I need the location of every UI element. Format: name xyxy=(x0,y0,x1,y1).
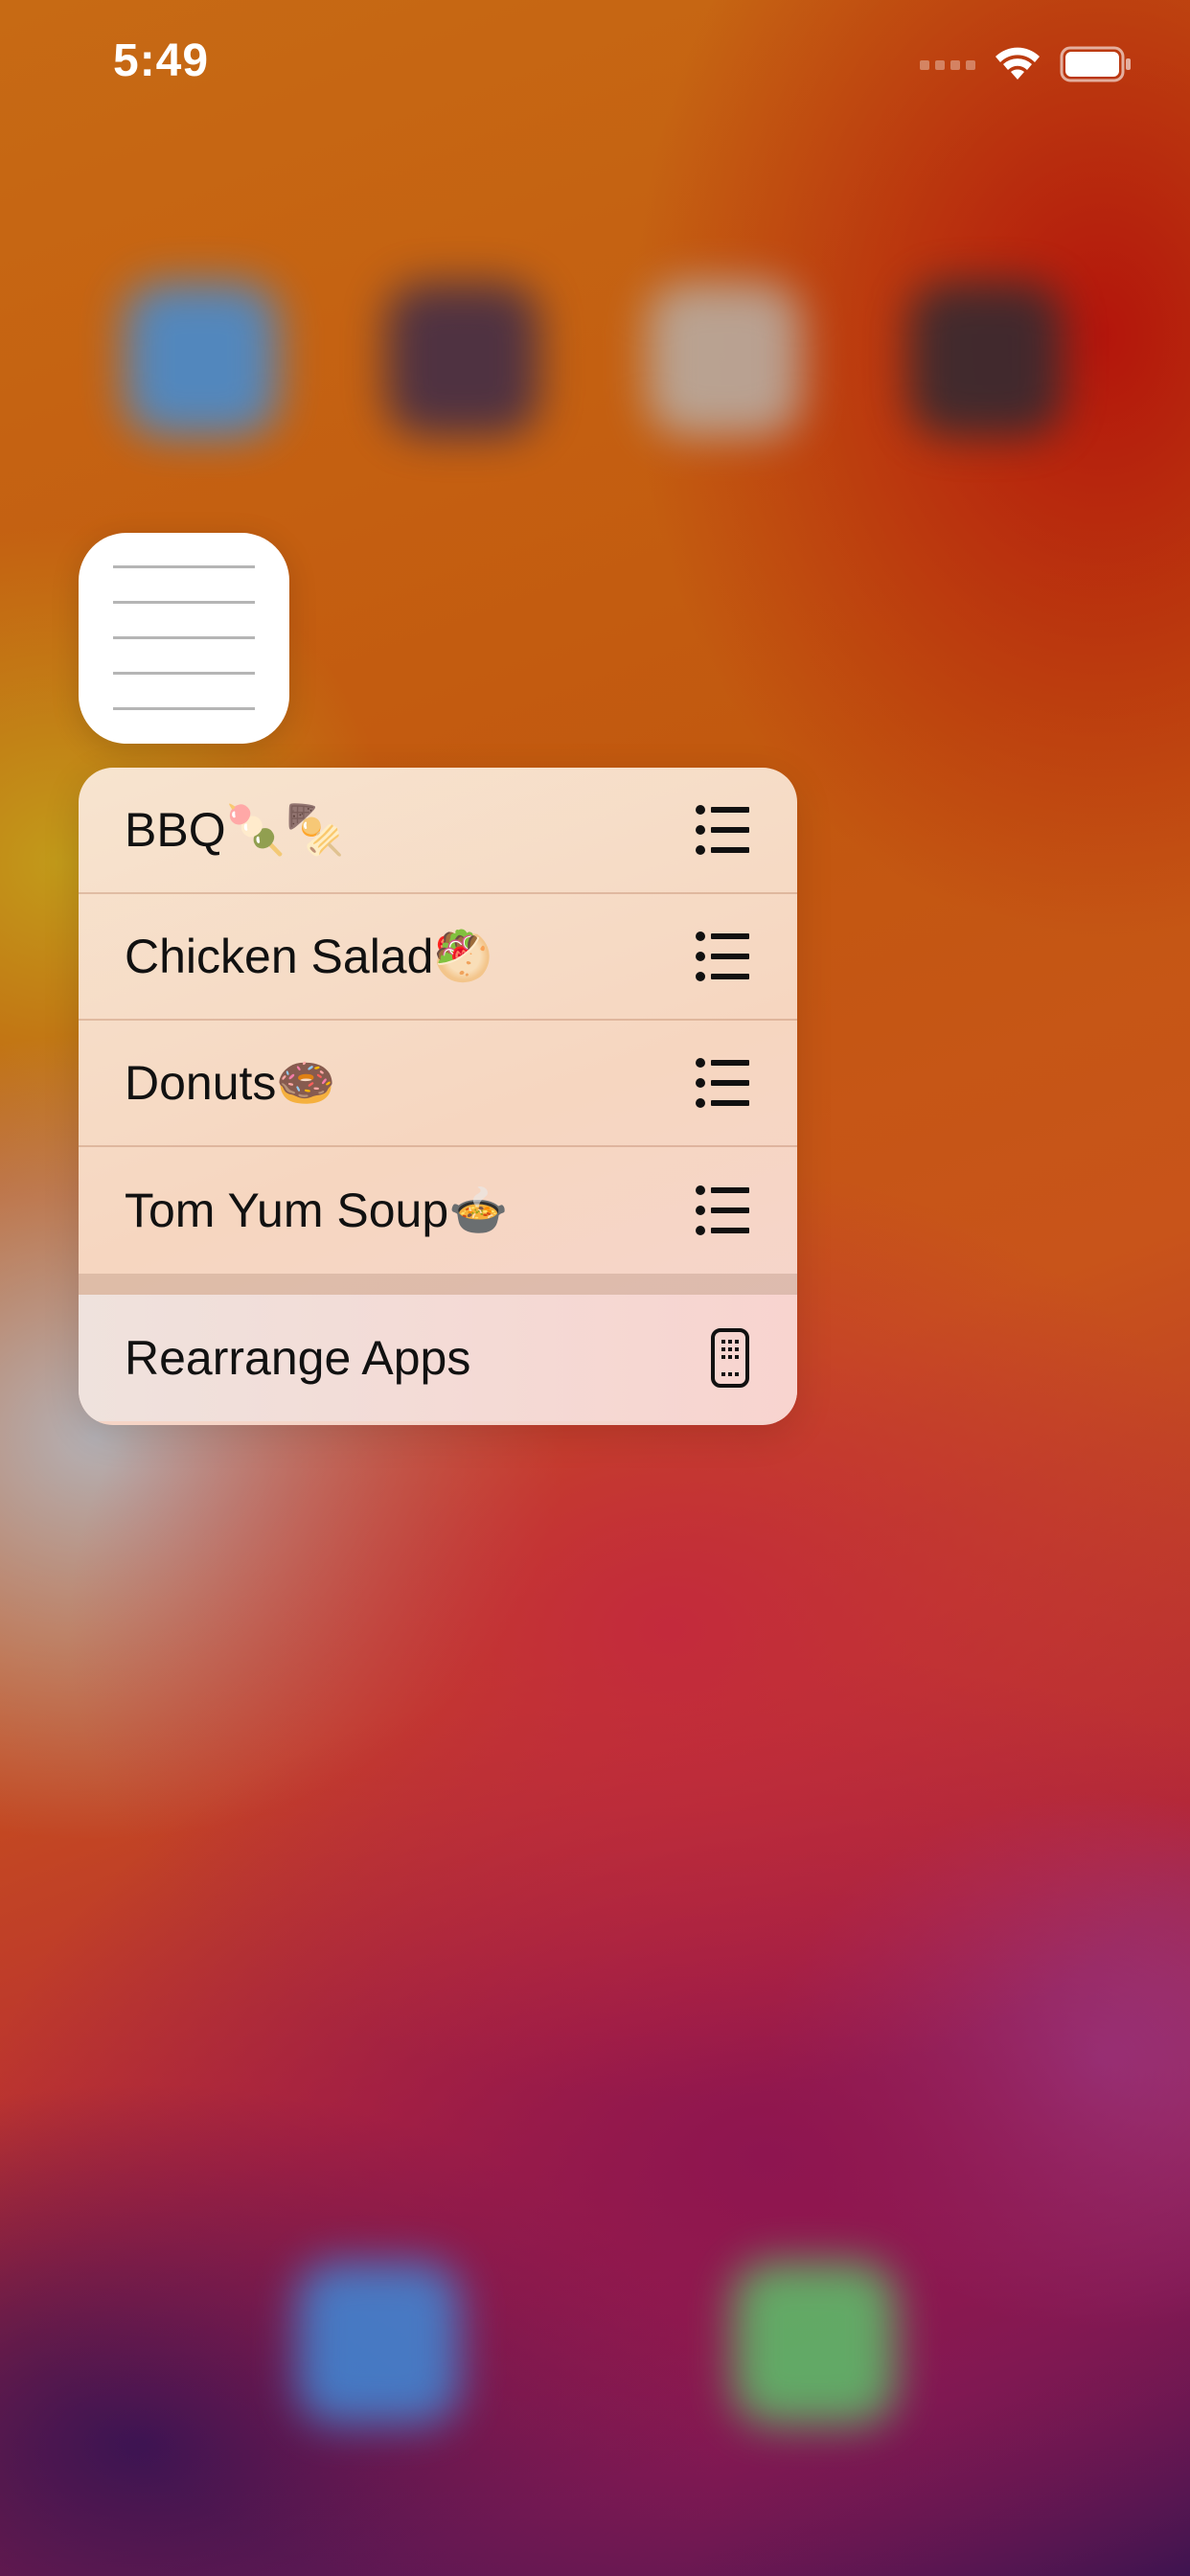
quick-actions-menu: BBQ🍡🍢 Chicken Salad🥙 Donuts🍩 Tom Yum Sou… xyxy=(79,768,797,1425)
blurred-app-icon-1 xyxy=(125,283,278,436)
blurred-app-icon-3 xyxy=(648,283,801,436)
quick-action-label: BBQ🍡🍢 xyxy=(125,802,346,857)
blurred-app-icon-2 xyxy=(386,283,539,436)
signal-icon xyxy=(920,60,975,70)
quick-action-tom-yum-soup[interactable]: Tom Yum Soup🍲 xyxy=(79,1147,797,1274)
quick-action-bbq[interactable]: BBQ🍡🍢 xyxy=(79,768,797,894)
quick-action-donuts[interactable]: Donuts🍩 xyxy=(79,1021,797,1147)
wifi-icon xyxy=(995,47,1040,80)
quick-action-chicken-salad[interactable]: Chicken Salad🥙 xyxy=(79,894,797,1021)
quick-action-label: Chicken Salad🥙 xyxy=(125,929,493,983)
icon-line xyxy=(113,565,255,568)
home-screen: 5:49 BBQ🍡🍢 Chicken Salad🥙 Donuts🍩 Tom Yu… xyxy=(0,0,1190,2576)
icon-line xyxy=(113,672,255,675)
list-icon xyxy=(696,1058,749,1108)
blurred-dock-icon-1 xyxy=(297,2262,460,2425)
list-icon xyxy=(696,932,749,981)
menu-group-separator xyxy=(79,1274,797,1295)
rearrange-apps-button[interactable]: Rearrange Apps xyxy=(79,1295,797,1421)
rearrange-apps-label: Rearrange Apps xyxy=(125,1331,471,1385)
list-icon xyxy=(696,1185,749,1235)
list-icon xyxy=(696,805,749,855)
icon-line xyxy=(113,601,255,604)
blurred-app-icon-4 xyxy=(909,283,1063,436)
icon-line xyxy=(113,636,255,639)
status-icons xyxy=(920,42,1133,86)
battery-icon xyxy=(1060,46,1131,82)
quick-action-label: Donuts🍩 xyxy=(125,1055,336,1110)
quick-action-label: Tom Yum Soup🍲 xyxy=(125,1183,509,1237)
icon-line xyxy=(113,707,255,710)
phone-grid-icon xyxy=(711,1328,749,1388)
notes-list-icon[interactable] xyxy=(79,533,289,744)
blurred-dock-icon-2 xyxy=(733,2262,896,2425)
status-time: 5:49 xyxy=(113,35,210,86)
